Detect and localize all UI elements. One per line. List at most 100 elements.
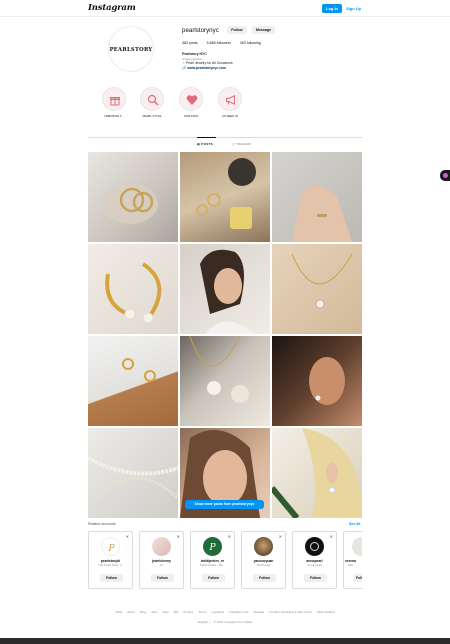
footer-link[interactable]: API bbox=[174, 610, 179, 614]
following-count[interactable]: 453 following bbox=[240, 41, 261, 45]
avatar[interactable] bbox=[254, 537, 273, 556]
related-accounts-title: Related accounts bbox=[88, 522, 116, 526]
related-account-card[interactable]: serena SEI Follo bbox=[343, 531, 362, 589]
related-subtitle: The Pearl Story |... bbox=[98, 563, 123, 567]
footer-link[interactable]: Jobs bbox=[151, 610, 157, 614]
tag-icon: ◫ bbox=[232, 142, 236, 146]
highlight-label: AS SEEN IN bbox=[222, 114, 238, 118]
related-subtitle: YACOyuan bbox=[256, 563, 271, 567]
copyright: © 2024 Instagram from Meta bbox=[213, 620, 252, 624]
login-button[interactable]: Log in bbox=[322, 4, 342, 13]
avatar[interactable]: P bbox=[203, 537, 222, 556]
avatar[interactable] bbox=[352, 537, 362, 556]
footer-link[interactable]: Privacy bbox=[183, 610, 193, 614]
footer-link[interactable]: About bbox=[127, 610, 135, 614]
footer-link[interactable]: Instagram Lite bbox=[229, 610, 248, 614]
footer-language-row: English ⌄ © 2024 Instagram from Meta bbox=[0, 620, 450, 624]
followers-count[interactable]: 5,685 followers bbox=[207, 41, 231, 45]
related-account-card[interactable]: ✕ annopearl Anna pearl Follow bbox=[292, 531, 337, 589]
close-icon[interactable]: ✕ bbox=[228, 534, 231, 539]
related-subtitle: M bbox=[160, 563, 163, 567]
avatar[interactable] bbox=[152, 537, 171, 556]
follow-button[interactable]: Follow bbox=[202, 574, 225, 582]
post-thumbnail[interactable] bbox=[272, 244, 362, 334]
footer-link[interactable]: Locations bbox=[211, 610, 224, 614]
svg-text:P: P bbox=[107, 544, 115, 554]
close-icon[interactable]: ✕ bbox=[279, 534, 282, 539]
close-icon[interactable]: ✕ bbox=[330, 534, 333, 539]
profile-avatar[interactable]: PEARLSTORY bbox=[108, 26, 154, 72]
related-subtitle: Tahiti Perles - Re... bbox=[199, 563, 226, 567]
gift-icon bbox=[109, 94, 121, 106]
browser-extension-widget[interactable] bbox=[440, 170, 450, 181]
post-thumbnail[interactable] bbox=[272, 336, 362, 426]
show-more-posts-button[interactable]: Show more posts from pearlstorynyc bbox=[185, 500, 264, 509]
bio-text: Pearl Jewelry for All Occasions bbox=[186, 61, 233, 66]
related-subtitle: SEI bbox=[348, 563, 353, 567]
follow-button[interactable]: Follow bbox=[227, 26, 247, 34]
related-subtitle: Anna pearl bbox=[307, 563, 322, 567]
tab-posts-label: POSTS bbox=[201, 142, 213, 146]
posts-grid bbox=[88, 152, 362, 518]
follow-button[interactable]: Follow bbox=[253, 574, 276, 582]
post-thumbnail[interactable] bbox=[272, 428, 362, 518]
bio-link-row: 🔗 www.pearlstorynyc.com bbox=[182, 66, 233, 71]
highlight-as-seen-in[interactable]: AS SEEN IN bbox=[215, 87, 245, 118]
tab-tagged[interactable]: ◫ TAGGED bbox=[232, 142, 251, 146]
close-icon[interactable]: ✕ bbox=[126, 534, 129, 539]
search-icon bbox=[147, 94, 159, 106]
post-thumbnail[interactable] bbox=[180, 244, 270, 334]
related-account-card[interactable]: ✕ yacoooyuan YACOyuan Follow bbox=[241, 531, 286, 589]
language-label: English bbox=[198, 620, 208, 624]
signup-link[interactable]: Sign Up bbox=[346, 4, 361, 13]
highlight-label: PEARL STYLE bbox=[142, 114, 162, 118]
tab-tagged-label: TAGGED bbox=[236, 142, 251, 146]
footer-link[interactable]: Meta Verified bbox=[317, 610, 335, 614]
profile-stats: 383 posts 5,685 followers 453 following bbox=[182, 41, 270, 45]
close-icon[interactable]: ✕ bbox=[177, 534, 180, 539]
avatar[interactable]: P bbox=[101, 537, 120, 556]
message-button[interactable]: Message bbox=[252, 26, 275, 34]
footer-link[interactable]: Help bbox=[162, 610, 168, 614]
profile-bio: Pearlstory NYC Jewelry/watches ☀ Pearl J… bbox=[182, 52, 233, 71]
highlight-pearl-style[interactable]: PEARL STYLE bbox=[137, 87, 167, 118]
footer-link[interactable]: Meta bbox=[116, 610, 123, 614]
post-thumbnail[interactable] bbox=[88, 428, 178, 518]
instagram-logo[interactable]: Instagram bbox=[88, 3, 136, 13]
highlight-ring bbox=[102, 87, 126, 111]
avatar[interactable] bbox=[305, 537, 324, 556]
post-thumbnail[interactable] bbox=[272, 152, 362, 242]
post-thumbnail[interactable] bbox=[88, 244, 178, 334]
highlight-unboxing[interactable]: UNBOXING T... bbox=[99, 87, 129, 118]
post-thumbnail[interactable] bbox=[180, 152, 270, 242]
top-navigation-bar: Instagram Log in Sign Up bbox=[0, 0, 450, 17]
footer-link[interactable]: Contact Uploading & Non-Users bbox=[269, 610, 312, 614]
footer-links: Meta About Blog Jobs Help API Privacy Terms Loca… bbox=[0, 610, 450, 614]
follow-button[interactable]: Follow bbox=[151, 574, 174, 582]
post-thumbnail[interactable] bbox=[180, 336, 270, 426]
highlight-label: OUR FAVS bbox=[184, 114, 198, 118]
footer-link[interactable]: Blog bbox=[140, 610, 146, 614]
profile-tabs: ▦ POSTS ◫ TAGGED bbox=[88, 137, 362, 151]
chevron-down-icon: ⌄ bbox=[208, 620, 212, 624]
post-thumbnail[interactable] bbox=[88, 152, 178, 242]
post-thumbnail[interactable] bbox=[88, 336, 178, 426]
related-account-card[interactable]: ✕ jewelchemy M Follow bbox=[139, 531, 184, 589]
pearl-emoji-icon: ☀ bbox=[182, 61, 186, 66]
highlight-ring bbox=[218, 87, 242, 111]
follow-button[interactable]: Follo bbox=[353, 574, 362, 582]
heart-icon bbox=[186, 94, 198, 106]
follow-button[interactable]: Follow bbox=[100, 574, 123, 582]
related-account-card[interactable]: ✕ P tahitiperles_re Tahiti Perles - Re..… bbox=[190, 531, 235, 589]
megaphone-icon bbox=[225, 94, 237, 106]
language-select[interactable]: English ⌄ bbox=[198, 620, 211, 624]
see-all-link[interactable]: See all bbox=[349, 522, 360, 526]
tab-posts[interactable]: ▦ POSTS bbox=[197, 142, 213, 146]
highlight-our-favs[interactable]: OUR FAVS bbox=[176, 87, 206, 118]
bio-link[interactable]: www.pearlstorynyc.com bbox=[187, 66, 226, 70]
footer-link[interactable]: Terms bbox=[198, 610, 206, 614]
follow-button[interactable]: Follow bbox=[304, 574, 327, 582]
bottom-bar bbox=[0, 638, 450, 644]
footer-link[interactable]: Threads bbox=[253, 610, 264, 614]
related-account-card[interactable]: ✕ P pearlstorybl The Pearl Story |... Fo… bbox=[88, 531, 133, 589]
